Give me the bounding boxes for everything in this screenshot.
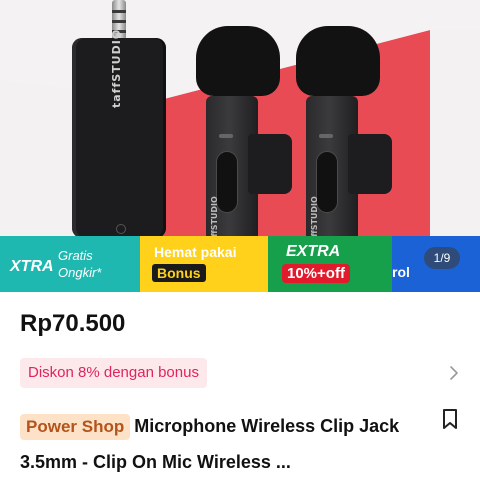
promo-xtra-label: XTRA [10, 258, 54, 275]
chevron-right-icon[interactable] [449, 364, 459, 382]
promo-banner[interactable]: XTRA Gratis Ongkir* Hemat pakai Bonus EX… [0, 236, 480, 292]
promo-bonus-label: Bonus [152, 264, 206, 282]
promo-extra-off: EXTRA 10%+off [268, 236, 392, 292]
product-price: Rp70.500 [20, 310, 126, 337]
discount-badge[interactable]: Diskon 8% dengan bonus [20, 358, 207, 388]
promo-extra-discount: 10%+off [282, 264, 350, 283]
promo-gratis-ongkir: XTRA Gratis Ongkir* [0, 236, 140, 292]
microphone-right: taffSTUDIO [296, 26, 392, 252]
promo-hemat-label: Hemat pakai [154, 244, 237, 260]
image-counter: 1/9 [424, 247, 460, 269]
product-page: taffSTUDIO taffSTUDIO taffSTUDIO XTRA Gr… [0, 0, 480, 480]
promo-hemat-bonus: Hemat pakai Bonus [140, 236, 268, 292]
receiver-device: taffSTUDIO [72, 29, 166, 238]
product-title-block: Power Shop Microphone Wireless Clip Jack … [20, 408, 430, 480]
microphone-left: taffSTUDIO [196, 26, 292, 252]
receiver-indicator [116, 224, 126, 234]
bookmark-icon[interactable] [441, 408, 459, 430]
promo-control-text: rol [392, 264, 410, 280]
promo-extra-label: EXTRA [286, 243, 341, 260]
promo-gratis-ongkir-text: Gratis Ongkir* [58, 248, 102, 280]
receiver-brand: taffSTUDIO [110, 28, 123, 108]
power-shop-badge: Power Shop [20, 414, 131, 440]
